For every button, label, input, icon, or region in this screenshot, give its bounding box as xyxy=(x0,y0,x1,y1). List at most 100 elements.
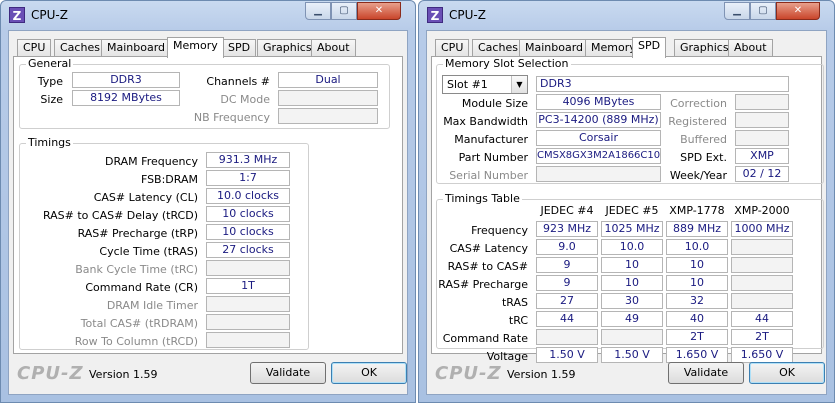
timing-value xyxy=(206,332,290,348)
timing-value: 10.0 clocks xyxy=(206,188,290,204)
tab-memory[interactable]: Memory xyxy=(167,37,224,58)
max-bandwidth-label: Max Bandwidth xyxy=(443,115,528,128)
correction-label: Correction xyxy=(670,97,727,110)
timing-label: DRAM Idle Timer xyxy=(106,299,198,312)
max-bandwidth-value: PC3-14200 (889 MHz) xyxy=(536,112,661,128)
module-size-value: 4096 MBytes xyxy=(536,94,661,110)
maximize-icon: ▢ xyxy=(339,5,349,16)
general-group: General Type DDR3 Size 8192 MBytes Chann… xyxy=(19,57,390,129)
cpuz-logo: CPU-Z xyxy=(435,363,502,384)
timings-table-title: Timings Table xyxy=(443,192,522,205)
timings-cell: 923 MHz xyxy=(536,221,598,237)
tab-spd[interactable]: SPD xyxy=(632,37,667,58)
timings-column-header: XMP-1778 xyxy=(669,204,725,217)
tab-caches[interactable]: Caches xyxy=(472,39,524,57)
tab-cpu[interactable]: CPU xyxy=(435,39,470,57)
timings-cell: 9 xyxy=(536,257,598,273)
timings-cell: 1.50 V xyxy=(601,347,663,363)
tab-cpu[interactable]: CPU xyxy=(17,39,52,57)
close-button[interactable]: ✕ xyxy=(776,2,820,20)
timing-label: DRAM Frequency xyxy=(104,155,198,168)
type-label: Type xyxy=(37,75,63,88)
cpuz-window-memory: Z CPU-Z ▁ ▢ ✕ CPU Caches Mainboard Memor… xyxy=(0,0,416,403)
timing-label: CAS# Latency (CL) xyxy=(93,191,198,204)
timings-row-label: Voltage xyxy=(486,350,528,363)
timing-label: Cycle Time (tRAS) xyxy=(99,245,198,258)
memory-tab-pane: General Type DDR3 Size 8192 MBytes Chann… xyxy=(13,56,403,354)
timings-cell xyxy=(731,293,793,309)
version-label: Version 1.59 xyxy=(89,368,158,381)
week-year-label: Week/Year xyxy=(669,169,727,182)
close-icon: ✕ xyxy=(793,5,803,16)
timings-row-label: RAS# to CAS# xyxy=(447,260,528,273)
close-icon: ✕ xyxy=(374,5,384,16)
tab-about[interactable]: About xyxy=(728,39,773,57)
window-client: CPU Caches Mainboard Memory SPD Graphics… xyxy=(8,30,408,395)
serial-number-label: Serial Number xyxy=(449,169,528,182)
timing-value: 10 clocks xyxy=(206,224,290,240)
timings-column-header: JEDEC #4 xyxy=(540,204,594,217)
tab-mainboard[interactable]: Mainboard xyxy=(101,39,172,57)
timings-column-header: JEDEC #5 xyxy=(605,204,659,217)
maximize-button[interactable]: ▢ xyxy=(331,2,357,20)
minimize-button[interactable]: ▁ xyxy=(724,2,750,20)
tab-graphics[interactable]: Graphics xyxy=(674,39,735,57)
maximize-button[interactable]: ▢ xyxy=(750,2,776,20)
correction-value xyxy=(735,94,789,110)
timings-cell: 2T xyxy=(731,329,793,345)
nb-frequency-label: NB Frequency xyxy=(193,111,270,124)
slot-select-value: Slot #1 xyxy=(447,78,488,91)
validate-button[interactable]: Validate xyxy=(250,362,326,384)
validate-button[interactable]: Validate xyxy=(668,362,744,384)
title-bar[interactable]: Z CPU-Z ▁ ▢ ✕ xyxy=(1,1,415,29)
window-client: CPU Caches Mainboard Memory SPD Graphics… xyxy=(426,30,827,395)
cpuz-app-icon[interactable]: Z xyxy=(427,7,443,23)
close-button[interactable]: ✕ xyxy=(357,2,401,20)
part-number-value: CMSX8GX3M2A1866C10 xyxy=(536,148,661,164)
tab-caches[interactable]: Caches xyxy=(54,39,106,57)
timing-label: Bank Cycle Time (tRC) xyxy=(75,263,198,276)
maximize-icon: ▢ xyxy=(758,5,768,16)
timings-cell: 10 xyxy=(601,275,663,291)
timings-cell xyxy=(731,275,793,291)
channels-value: Dual xyxy=(278,72,378,88)
timings-cell: 2T xyxy=(666,329,728,345)
type-value: DDR3 xyxy=(72,72,180,88)
slot-type-value: DDR3 xyxy=(536,76,789,92)
timings-group: Timings DRAM Frequency 931.3 MHz FSB:DRAM 1… xyxy=(19,136,309,350)
timing-value xyxy=(206,296,290,312)
module-size-label: Module Size xyxy=(461,97,528,110)
dc-mode-value xyxy=(278,90,378,106)
timings-cell: 10 xyxy=(666,257,728,273)
timings-row-label: Command Rate xyxy=(442,332,528,345)
timing-label: Total CAS# (tRDRAM) xyxy=(80,317,198,330)
registered-value xyxy=(735,112,789,128)
manufacturer-label: Manufacturer xyxy=(454,133,528,146)
buffered-value xyxy=(735,130,789,146)
ok-button[interactable]: OK xyxy=(331,362,407,384)
title-bar[interactable]: Z CPU-Z ▁ ▢ ✕ xyxy=(419,1,834,29)
spd-ext-value: XMP xyxy=(735,148,789,164)
timing-value: 27 clocks xyxy=(206,242,290,258)
tab-graphics[interactable]: Graphics xyxy=(257,39,318,57)
timings-column-header: XMP-2000 xyxy=(734,204,790,217)
dc-mode-label: DC Mode xyxy=(220,93,270,106)
memory-slot-group-title: Memory Slot Selection xyxy=(443,57,571,70)
timings-cell: 44 xyxy=(536,311,598,327)
cpuz-app-icon[interactable]: Z xyxy=(9,7,25,23)
timings-cell: 10.0 xyxy=(666,239,728,255)
slot-select[interactable]: Slot #1 ▼ xyxy=(442,75,528,94)
tab-mainboard[interactable]: Mainboard xyxy=(519,39,590,57)
tab-spd[interactable]: SPD xyxy=(222,39,257,57)
timings-group-title: Timings xyxy=(26,136,73,149)
timings-cell: 30 xyxy=(601,293,663,309)
minimize-icon: ▁ xyxy=(733,5,741,16)
timing-label: RAS# to CAS# Delay (tRCD) xyxy=(42,209,198,222)
manufacturer-value: Corsair xyxy=(536,130,661,146)
spd-ext-label: SPD Ext. xyxy=(680,151,727,164)
ok-button[interactable]: OK xyxy=(749,362,825,384)
chevron-down-icon[interactable]: ▼ xyxy=(511,76,527,93)
minimize-button[interactable]: ▁ xyxy=(305,2,331,20)
timings-cell: 1000 MHz xyxy=(731,221,793,237)
tab-about[interactable]: About xyxy=(311,39,356,57)
